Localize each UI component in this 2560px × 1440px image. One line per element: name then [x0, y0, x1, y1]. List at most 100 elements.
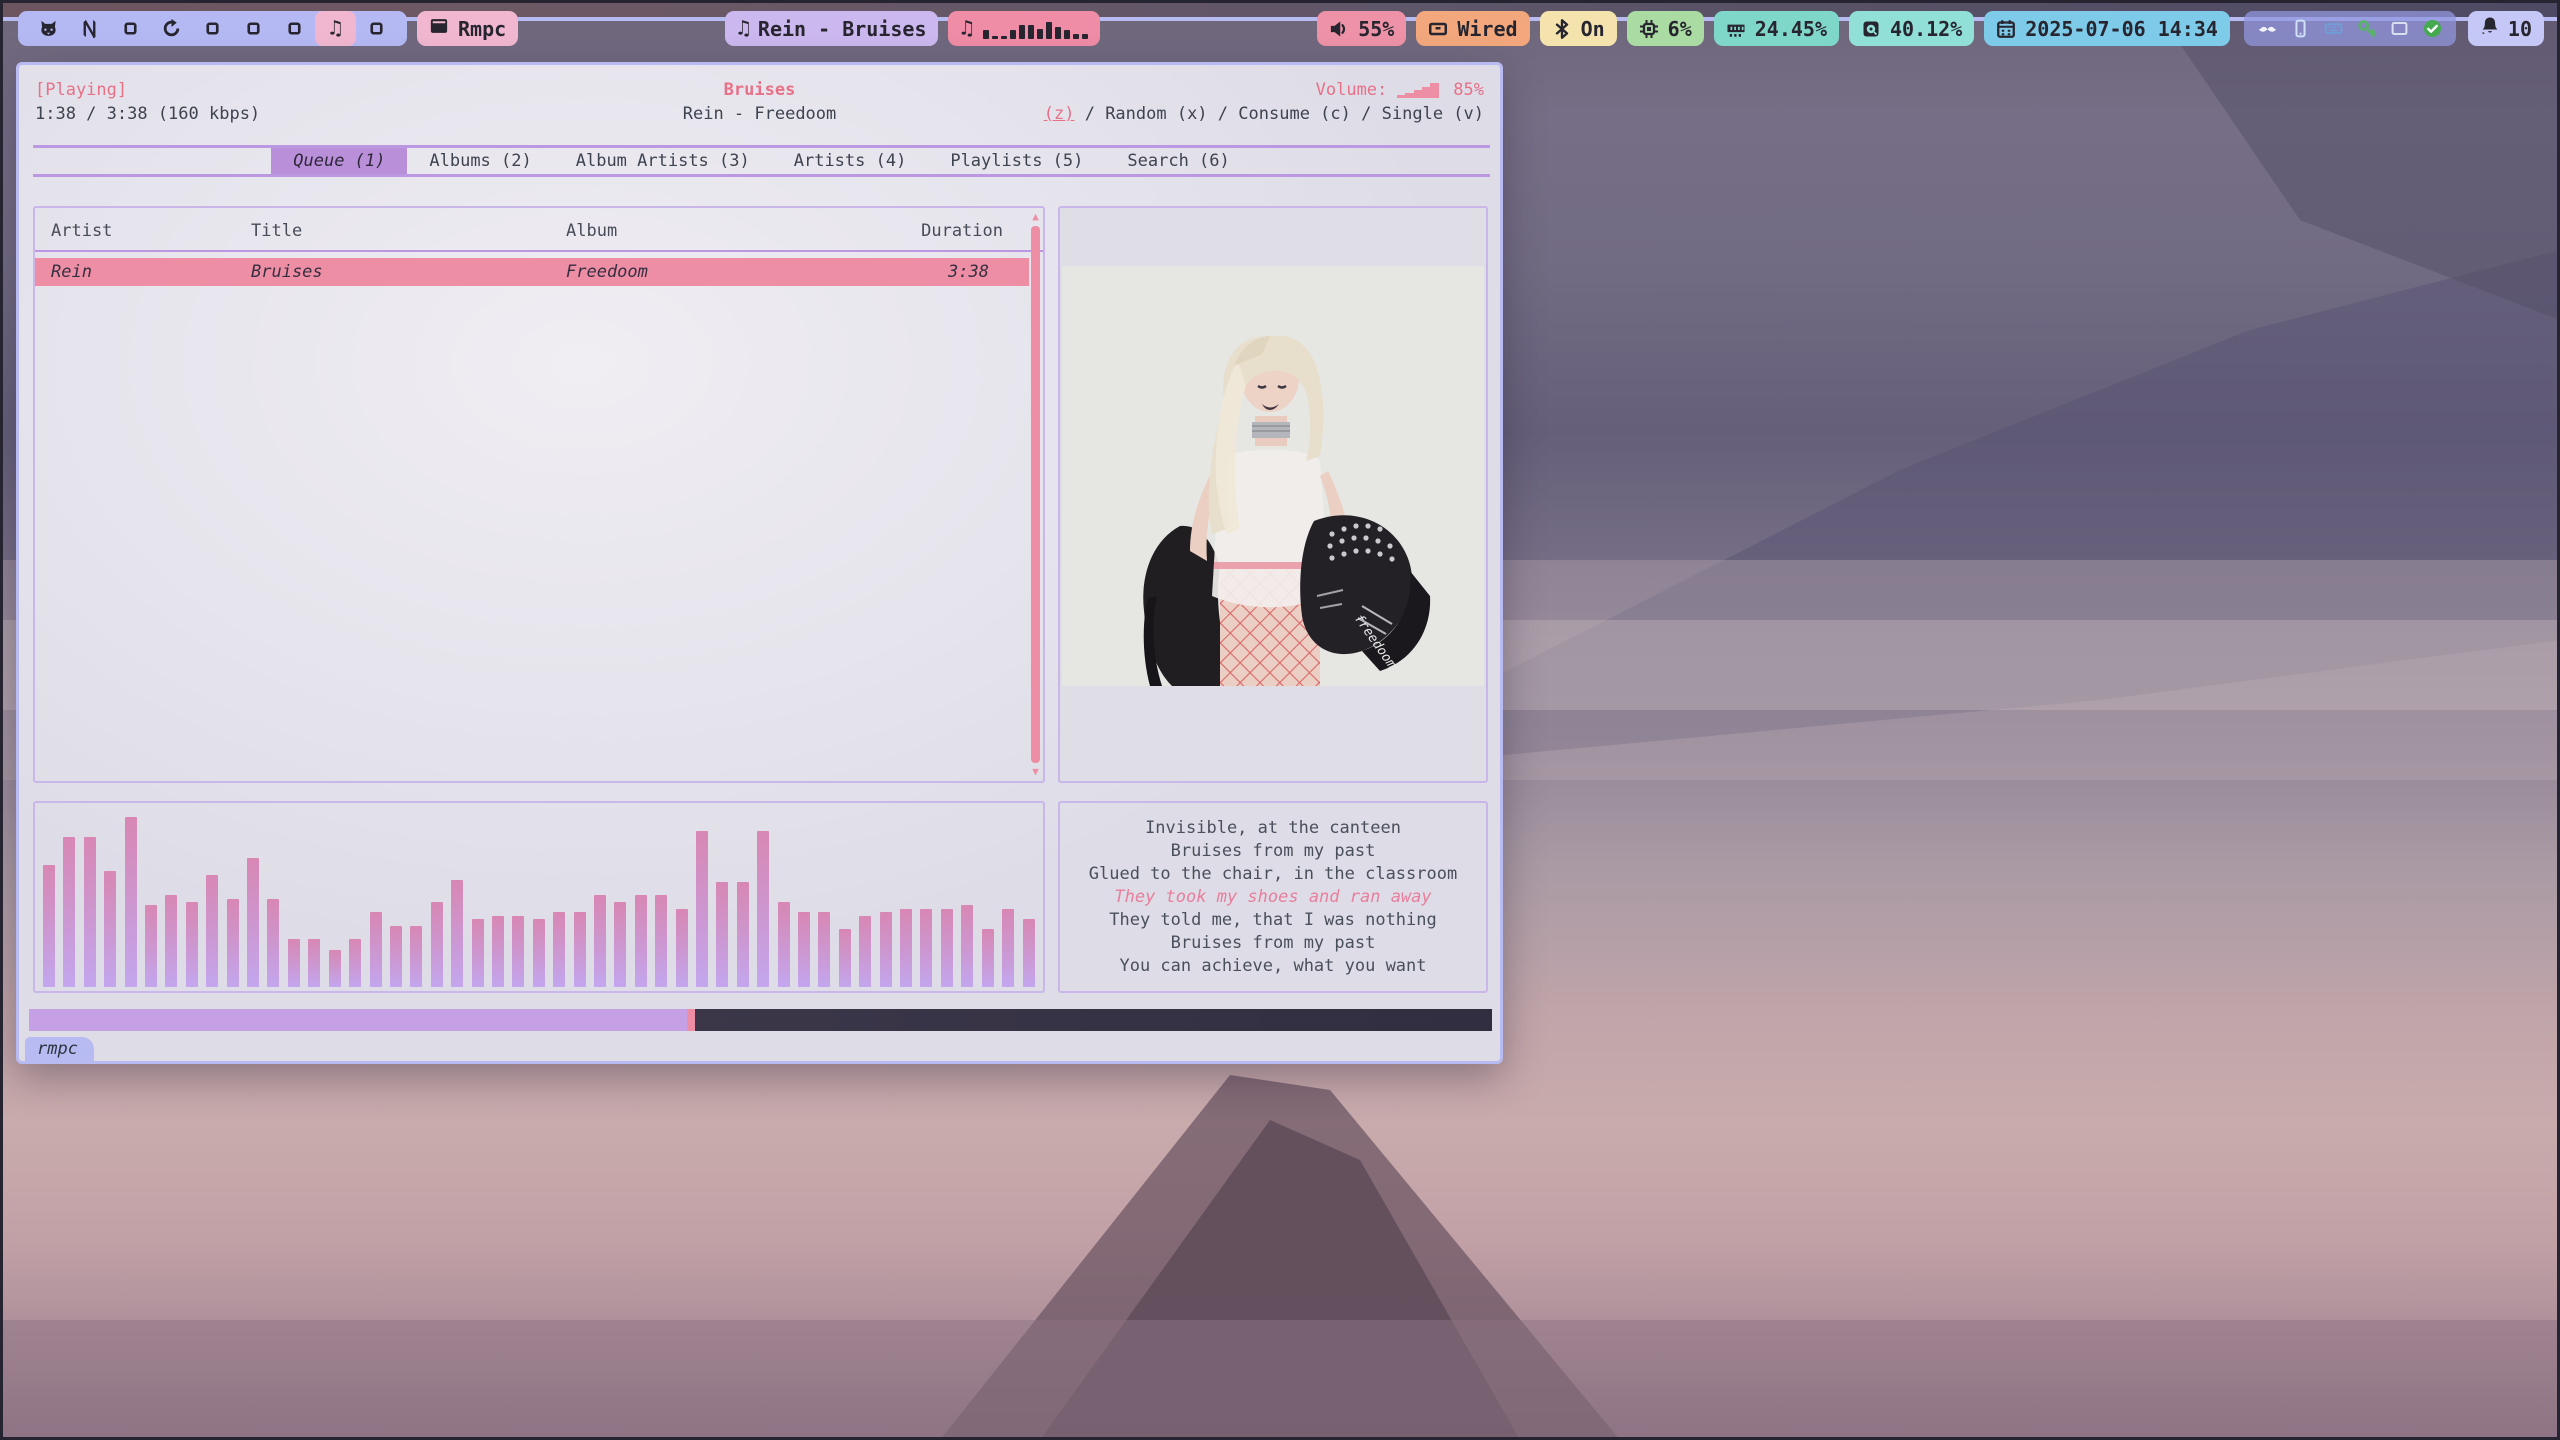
key-icon[interactable]	[2357, 19, 2376, 38]
volume-value: 85%	[1453, 80, 1484, 100]
cava-bar	[1073, 34, 1079, 39]
tab-album-artists-3[interactable]: Album Artists (3)	[554, 148, 772, 174]
status-cpu-value: 6%	[1668, 17, 1692, 41]
status-cpu[interactable]: 6%	[1627, 11, 1704, 46]
workspace-9[interactable]	[356, 11, 397, 46]
toggle-consume[interactable]: Consume (c)	[1238, 104, 1351, 124]
visualizer-bar	[961, 905, 973, 987]
bell-icon	[2480, 16, 2500, 41]
toggle-states: (z) / Random (x) / Consume (c) / Single …	[1044, 104, 1484, 124]
bell-icon	[2480, 16, 2500, 36]
terminal-icon	[429, 16, 449, 41]
visualizer-bar	[655, 895, 667, 987]
scroll-up-icon[interactable]: ▲	[1032, 210, 1039, 224]
queue-row-selected[interactable]: ReinBruisesFreedoom3:38	[35, 258, 1029, 286]
visualizer-bar	[880, 912, 892, 987]
scroll-down-icon[interactable]: ▼	[1032, 765, 1039, 779]
visualizer-bar	[798, 912, 810, 987]
lyric-line: Invisible, at the canteen	[1066, 817, 1480, 840]
workspace-1[interactable]	[28, 11, 69, 46]
status-memory-value: 24.45%	[1755, 17, 1827, 41]
now-playing-widget[interactable]: ♫ Rein - Bruises	[725, 11, 938, 46]
status-volume[interactable]: 55%	[1317, 11, 1406, 46]
visualizer-bar	[512, 916, 524, 987]
status-volume-value: 55%	[1358, 17, 1394, 41]
workspace-6[interactable]	[233, 11, 274, 46]
keyboard-icon[interactable]	[2324, 19, 2343, 38]
cell-artist: Rein	[51, 262, 251, 282]
visualizer-bar	[1002, 909, 1014, 987]
ram-icon	[1726, 19, 1746, 39]
visualizer-bar	[390, 926, 402, 987]
visualizer-bar	[267, 899, 279, 987]
column-header-duration: Duration	[893, 221, 1003, 241]
phone-icon[interactable]	[2291, 19, 2310, 38]
workspace-2[interactable]	[69, 11, 110, 46]
status-modules: 55% Wired On 6% 24.45% 40.12% 2025-07-06 14:34	[1307, 0, 2230, 46]
status-bluetooth-value: On	[1581, 17, 1605, 41]
square-icon	[244, 19, 263, 38]
ethernet-icon	[1428, 19, 1448, 39]
status-clock[interactable]: 2025-07-06 14:34	[1984, 11, 2230, 46]
notification-widget[interactable]: 10	[2468, 11, 2544, 46]
visualizer-bar	[533, 919, 545, 987]
window-icon[interactable]	[2390, 19, 2409, 38]
visualizer-bar	[778, 902, 790, 987]
lyrics-lines: Invisible, at the canteenBruises from my…	[1066, 811, 1480, 983]
workspace-8-active[interactable]: ♫	[315, 11, 356, 46]
music-note-icon: ♫	[960, 19, 973, 38]
notification-count: 10	[2508, 17, 2532, 41]
scrollbar-thumb[interactable]	[1031, 226, 1040, 763]
taskbar-item-label: Rmpc	[458, 17, 506, 41]
visualizer-bar	[186, 902, 198, 987]
music-note-icon: ♫	[737, 19, 750, 38]
lyric-line: You can achieve, what you want	[1066, 955, 1480, 978]
tab-search-6[interactable]: Search (6)	[1105, 148, 1251, 174]
workspace-3[interactable]	[110, 11, 151, 46]
toggle-repeat[interactable]: (z)	[1044, 104, 1075, 124]
system-tray	[2244, 11, 2456, 46]
song-title: Bruises	[31, 80, 1488, 100]
mustache-icon[interactable]	[2258, 19, 2277, 38]
status-network[interactable]: Wired	[1416, 11, 1529, 46]
cava-bar	[1064, 30, 1070, 39]
visualizer-bar	[594, 895, 606, 987]
visualizer-bar	[84, 837, 96, 987]
lyrics-panel: Invisible, at the canteenBruises from my…	[1058, 801, 1488, 993]
status-disk[interactable]: 40.12%	[1849, 11, 1974, 46]
bluetooth-icon	[1552, 19, 1572, 39]
calendar-icon	[1996, 19, 2016, 39]
album-art-image: freedoom	[1062, 266, 1484, 686]
cava-widget[interactable]: ♫	[948, 11, 1100, 46]
status-memory[interactable]: 24.45%	[1714, 11, 1839, 46]
visualizer-bar	[247, 858, 259, 987]
visualizer-bar	[472, 919, 484, 987]
workspace-5[interactable]	[192, 11, 233, 46]
tab-playlists-5[interactable]: Playlists (5)	[928, 148, 1105, 174]
visualizer-bar	[941, 909, 953, 987]
cava-bar	[1046, 22, 1052, 39]
volume-ramp-icon[interactable]	[1397, 83, 1439, 98]
visualizer-bar	[104, 871, 116, 987]
square-icon	[121, 19, 140, 38]
queue-scrollbar[interactable]: ▲ ▼	[1029, 210, 1042, 779]
toggle-single[interactable]: Single (v)	[1382, 104, 1484, 124]
visualizer-bar	[492, 916, 504, 987]
workspace-7[interactable]	[274, 11, 315, 46]
song-progress-bar[interactable]	[29, 1009, 1492, 1031]
taskbar-item-rmpc[interactable]: Rmpc	[417, 11, 518, 46]
status-bluetooth[interactable]: On	[1540, 11, 1617, 46]
tab-artists-4[interactable]: Artists (4)	[772, 148, 929, 174]
cava-bar	[1037, 29, 1043, 39]
workspace-4[interactable]	[151, 11, 192, 46]
visualizer-bar	[349, 939, 361, 987]
visualizer-bar	[982, 929, 994, 987]
tab-queue-1[interactable]: Queue (1)	[271, 148, 407, 174]
window-tag: rmpc	[25, 1037, 94, 1062]
lyric-line: Glued to the chair, in the classroom	[1066, 863, 1480, 886]
tab-albums-2[interactable]: Albums (2)	[407, 148, 553, 174]
status-clock-value: 2025-07-06 14:34	[2025, 17, 2218, 41]
toggle-random[interactable]: Random (x)	[1105, 104, 1207, 124]
check-icon[interactable]	[2423, 19, 2442, 38]
visualizer-bar	[900, 909, 912, 987]
